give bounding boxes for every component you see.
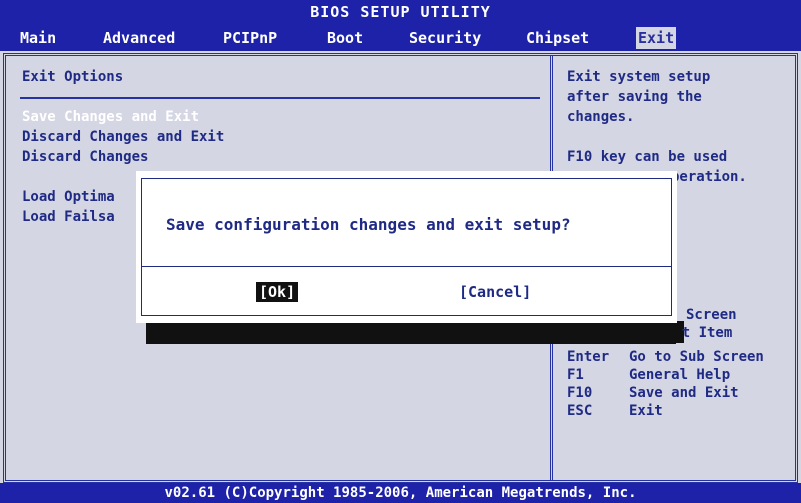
key-enter: Enter (567, 349, 610, 365)
menu-security[interactable]: Security (409, 27, 481, 49)
key-f1: F1 (567, 367, 584, 383)
exit-options-heading: Exit Options (22, 69, 124, 85)
option-discard-changes[interactable]: Discard Changes (22, 147, 148, 167)
option-load-optimal[interactable]: Load Optima (22, 187, 115, 207)
option-discard-changes-exit[interactable]: Discard Changes and Exit (22, 127, 224, 147)
menu-boot[interactable]: Boot (327, 27, 363, 49)
option-load-failsafe[interactable]: Load Failsa (22, 207, 115, 227)
key-enter-desc: Go to Sub Screen (629, 349, 764, 365)
key-esc-desc: Exit (629, 403, 663, 419)
key-f10: F10 (567, 385, 593, 401)
dialog-separator (141, 266, 672, 267)
menu-chipset[interactable]: Chipset (526, 27, 589, 49)
help-line-1: Exit system setup (567, 69, 711, 85)
window-title: BIOS SETUP UTILITY (310, 3, 491, 21)
heading-rule (20, 97, 540, 99)
menu-exit[interactable]: Exit (636, 27, 677, 49)
cancel-button[interactable]: [Cancel] (456, 282, 534, 302)
help-line-3: changes. (567, 109, 635, 125)
dialog-shadow (146, 322, 676, 344)
key-screen-desc: Screen (686, 307, 737, 323)
menu-pcipnp[interactable]: PCIPnP (223, 27, 277, 49)
confirm-dialog: Save configuration changes and exit setu… (136, 171, 677, 323)
key-f1-desc: General Help (629, 367, 731, 383)
key-esc: ESC (567, 403, 593, 419)
footer-copyright: v02.61 (C)Copyright 1985-2006, American … (0, 483, 801, 503)
dialog-question: Save configuration changes and exit setu… (166, 215, 571, 234)
help-line-4: F10 key can be used (567, 149, 728, 165)
option-save-changes-exit[interactable]: Save Changes and Exit (22, 107, 199, 127)
menu-main[interactable]: Main (20, 27, 56, 49)
menu-advanced[interactable]: Advanced (103, 27, 175, 49)
help-line-2: after saving the (567, 89, 702, 105)
help-line-5: peration. (671, 169, 747, 185)
dialog-frame (141, 178, 672, 316)
key-f10-desc: Save and Exit (629, 385, 739, 401)
ok-button[interactable]: [Ok] (256, 282, 299, 302)
